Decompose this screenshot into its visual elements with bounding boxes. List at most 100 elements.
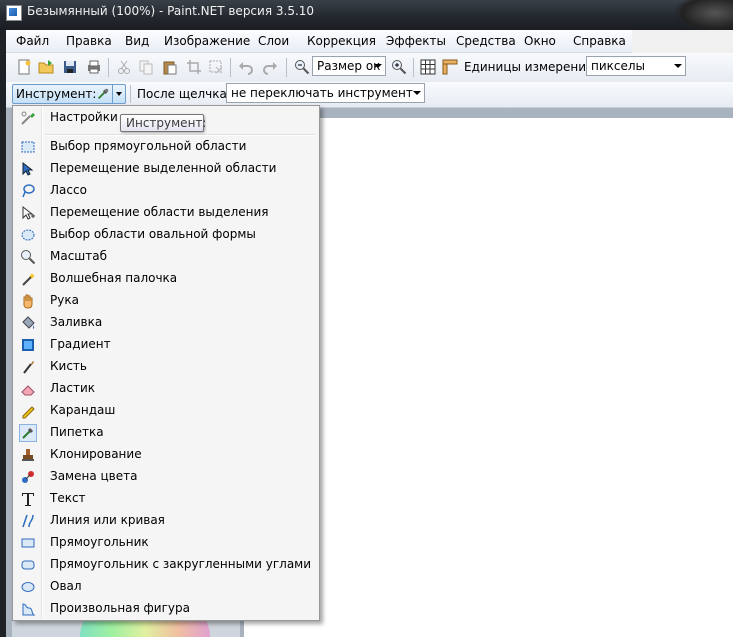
menu-item-tool[interactable]: Ластик [13, 378, 319, 400]
menu-item-tool[interactable]: Овал [13, 576, 319, 598]
cut-icon[interactable] [116, 59, 132, 75]
menu-item-tool[interactable]: Масштаб [13, 246, 319, 268]
toolbar-separator [286, 58, 287, 77]
menu-view[interactable]: Вид [125, 34, 149, 48]
menu-item-label: Выбор области овальной формы [50, 227, 256, 241]
tool-selector-button[interactable]: Инструмент: [12, 84, 126, 104]
tool-menu: Настройки п Выбор прямоугольной области П… [12, 105, 320, 621]
menu-item-tool[interactable]: Перемещение выделенной области [13, 158, 319, 180]
menu-item-tool[interactable]: Произвольная фигура [13, 598, 319, 620]
zoom-icon [21, 250, 36, 265]
menu-item-label: Текст [50, 491, 86, 505]
crop-icon[interactable] [186, 59, 202, 75]
pipette-icon [98, 88, 109, 99]
new-icon[interactable] [16, 59, 32, 75]
menu-item-tool[interactable]: Заливка [13, 312, 319, 334]
menu-item-tool[interactable]: Градиент [13, 334, 319, 356]
gradient-icon [22, 339, 34, 351]
window-title: Безымянный (100%) - Paint.NET версия 3.5… [27, 4, 315, 18]
menu-item-label: Кисть [50, 359, 87, 373]
rect-select-icon [21, 141, 35, 153]
print-icon[interactable] [86, 59, 102, 75]
after-click-combo-value: не переключать инструмент [231, 86, 413, 100]
menu-item-label: Выбор прямоугольной области [50, 139, 247, 153]
text-icon [22, 493, 34, 506]
menu-image[interactable]: Изображение [164, 34, 250, 48]
undo-icon[interactable] [238, 59, 254, 75]
menu-effects[interactable]: Эффекты [386, 34, 446, 48]
menu-window[interactable]: Окно [524, 34, 556, 48]
title-bar: Безымянный (100%) - Paint.NET версия 3.5… [0, 0, 733, 32]
deselect-icon[interactable] [208, 59, 224, 75]
menu-item-label: Произвольная фигура [50, 601, 190, 615]
menu-adjustments[interactable]: Коррекция [307, 34, 376, 48]
after-click-combo[interactable]: не переключать инструмент [226, 83, 425, 103]
menu-item-label: Овал [50, 579, 82, 593]
menu-item-tool[interactable]: Линия или кривая [13, 510, 319, 532]
menu-item-tool[interactable]: Перемещение области выделения [13, 202, 319, 224]
menu-item-label: Градиент [50, 337, 111, 351]
zoom-out-icon[interactable] [294, 59, 310, 75]
zoom-in-icon[interactable] [391, 59, 407, 75]
grid-icon[interactable] [420, 59, 436, 75]
toolbar-separator [130, 85, 131, 103]
settings-icon [21, 111, 35, 125]
chevron-down-icon [674, 64, 682, 68]
menu-bar: Файл Правка Вид Изображение Слои Коррекц… [6, 30, 632, 53]
clone-stamp-icon [22, 449, 34, 461]
save-icon[interactable] [62, 59, 78, 75]
menu-layers[interactable]: Слои [258, 34, 289, 48]
chevron-down-icon [374, 64, 382, 68]
units-combo[interactable]: пикселы [586, 56, 686, 76]
menu-item-tool[interactable]: Прямоугольник с закругленными углами [13, 554, 319, 576]
toolbar-separator [413, 58, 414, 77]
units-combo-value: пикселы [591, 59, 646, 73]
menu-item-label: Перемещение выделенной области [50, 161, 277, 175]
menu-edit[interactable]: Правка [66, 34, 112, 48]
toolbar-separator [108, 58, 109, 77]
open-icon[interactable] [38, 59, 54, 75]
menu-item-tool[interactable]: Карандаш [13, 400, 319, 422]
pipette-icon [19, 424, 37, 442]
menu-help[interactable]: Справка [573, 34, 626, 48]
chevron-down-icon[interactable] [112, 85, 126, 103]
ellipse-select-icon [21, 229, 35, 241]
move-selection-icon [22, 205, 35, 220]
menu-item-label: Линия или кривая [50, 513, 165, 527]
menu-item-label: Волшебная палочка [50, 271, 178, 285]
tooltip-text: Инструмент: [126, 116, 207, 130]
bucket-icon [22, 316, 35, 329]
menu-item-tool[interactable]: Лассо [13, 180, 319, 202]
menu-item-label: Масштаб [50, 249, 108, 263]
menu-item-label: Лассо [50, 183, 87, 197]
menu-tools[interactable]: Средства [456, 34, 516, 48]
zoom-combo[interactable]: Размер ок [312, 56, 386, 76]
menu-item-tool[interactable]: Текст [13, 488, 319, 510]
menu-item-label: Перемещение области выделения [50, 205, 269, 219]
menu-item-tool[interactable]: Пипетка [13, 422, 319, 444]
paste-icon[interactable] [162, 59, 178, 75]
menu-file[interactable]: Файл [16, 34, 49, 48]
recolor-icon [22, 471, 34, 483]
menu-item-tool[interactable]: Волшебная палочка [13, 268, 319, 290]
ruler-icon[interactable] [442, 59, 458, 75]
app-icon [6, 5, 22, 21]
menu-item-tool[interactable]: Замена цвета [13, 466, 319, 488]
menu-item-tool[interactable]: Клонирование [13, 444, 319, 466]
rounded-rect-icon [21, 560, 35, 570]
toolbar-separator [230, 58, 231, 77]
menu-item-label: Карандаш [50, 403, 116, 417]
redo-icon[interactable] [262, 59, 278, 75]
copy-icon[interactable] [138, 59, 154, 75]
menu-item-tool[interactable]: Кисть [13, 356, 319, 378]
menu-item-tool[interactable]: Выбор области овальной формы [13, 224, 319, 246]
menu-item-label: Настройки п [50, 110, 130, 124]
line-curve-icon [22, 514, 34, 528]
tooltip: Инструмент: [120, 114, 207, 132]
menu-item-tool[interactable]: Рука [13, 290, 319, 312]
freeform-shape-icon [22, 603, 36, 616]
ellipse-icon [21, 582, 35, 592]
menu-item-tool[interactable]: Выбор прямоугольной области [13, 136, 319, 158]
menu-item-tool[interactable]: Прямоугольник [13, 532, 319, 554]
menu-item-label: Заливка [50, 315, 103, 329]
